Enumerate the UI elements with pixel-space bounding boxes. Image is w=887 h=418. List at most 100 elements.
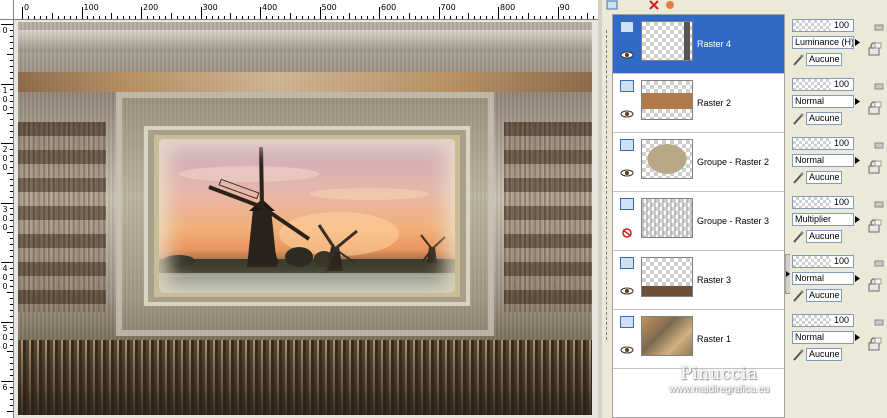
ruler-tick — [51, 13, 53, 19]
ruler-tick — [10, 220, 13, 222]
link-group-select[interactable]: Aucune — [806, 53, 842, 66]
layer-thumbnail — [641, 21, 693, 61]
ruler-label: 500 — [321, 3, 337, 12]
ruler-tick — [343, 16, 345, 19]
lock-transparency-icon[interactable] — [867, 101, 883, 115]
ruler-label: 0 — [2, 163, 8, 172]
lock-transparency-icon[interactable] — [867, 219, 883, 233]
ruler-tick — [10, 35, 13, 37]
image-canvas-area: 0 100 200 300 400 500 600 700 800 90 010020030040… — [0, 0, 598, 418]
opacity-slider[interactable]: 100 — [792, 196, 854, 209]
link-group-select[interactable]: Aucune — [806, 230, 842, 243]
ruler-tick — [521, 16, 523, 19]
ruler-tick — [117, 16, 119, 19]
ruler-tick — [10, 137, 13, 139]
ruler-tick — [408, 13, 410, 19]
link-group-select[interactable]: Aucune — [806, 112, 842, 125]
lock-transparency-icon[interactable] — [867, 42, 883, 56]
ruler-tick — [135, 16, 137, 19]
blend-mode-select[interactable]: Normal — [792, 331, 854, 344]
opacity-checker — [793, 79, 831, 90]
blend-mode-select[interactable]: Luminance (H) — [792, 36, 854, 49]
layer-row[interactable]: Raster 2 — [613, 74, 784, 133]
opacity-slider[interactable]: 100 — [792, 314, 854, 327]
dropdown-arrow-icon[interactable] — [855, 333, 861, 342]
blend-mode-select[interactable]: Multiplier — [792, 213, 854, 226]
delete-layer-icon[interactable] — [648, 0, 660, 10]
link-group-select[interactable]: Aucune — [806, 289, 842, 302]
ruler-tick — [7, 53, 13, 55]
visibility-eye-icon[interactable] — [620, 51, 634, 59]
brush-link-icon — [792, 172, 804, 184]
ruler-tick — [188, 16, 190, 19]
layer-row[interactable]: Raster 4 — [613, 15, 784, 74]
lock-transparency-icon[interactable] — [867, 160, 883, 174]
ruler-tick — [295, 16, 297, 19]
visibility-eye-icon[interactable] — [620, 169, 634, 177]
horizontal-ruler: 0 100 200 300 400 500 600 700 800 90 — [14, 0, 598, 20]
ruler-tick — [10, 196, 13, 198]
ruler-tick — [384, 16, 386, 19]
blend-mode-select[interactable]: Normal — [792, 95, 854, 108]
ruler-tick — [587, 13, 589, 19]
dropdown-arrow-icon[interactable] — [855, 97, 861, 106]
layer-thumbnail — [641, 316, 693, 356]
ruler-tick — [325, 16, 327, 19]
ruler-tick — [170, 13, 172, 19]
raster-layer-icon — [620, 80, 634, 92]
ruler-tick — [10, 339, 13, 341]
ruler-tick — [367, 16, 369, 19]
ruler-tick — [7, 113, 13, 115]
hidden-layer-icon[interactable] — [620, 228, 634, 238]
layer-name: Groupe - Raster 2 — [697, 157, 770, 167]
dropdown-arrow-icon[interactable] — [855, 274, 861, 283]
raster-layer-icon — [620, 316, 634, 328]
blend-mode-select[interactable]: Normal — [792, 272, 854, 285]
visibility-eye-icon[interactable] — [620, 346, 634, 354]
opacity-checker — [793, 20, 831, 31]
layer-thumbnail — [641, 139, 693, 179]
blend-mode-select[interactable]: Normal — [792, 154, 854, 167]
visibility-eye-icon[interactable] — [620, 110, 634, 118]
opacity-slider[interactable]: 100 — [792, 19, 854, 32]
ruler-tick — [396, 16, 398, 19]
layer-name: Groupe - Raster 3 — [697, 216, 770, 226]
new-layer-icon[interactable] — [606, 0, 618, 10]
layer-row[interactable]: Raster 1 — [613, 310, 784, 369]
dropdown-arrow-icon[interactable] — [855, 156, 861, 165]
layer-row[interactable]: Raster 3 — [613, 251, 784, 310]
ruler-tick — [355, 16, 357, 19]
ruler-tick — [581, 16, 583, 19]
visibility-eye-icon[interactable] — [620, 287, 634, 295]
dropdown-arrow-icon[interactable] — [855, 215, 861, 224]
ruler-tick — [539, 16, 541, 19]
link-group-select[interactable]: Aucune — [806, 348, 842, 361]
left-weave-pattern — [18, 122, 106, 312]
opacity-checker — [793, 315, 831, 326]
dropdown-arrow-icon[interactable] — [855, 38, 861, 47]
duplicate-layer-icon[interactable] — [664, 0, 676, 10]
link-group-select[interactable]: Aucune — [806, 171, 842, 184]
brush-link-icon — [792, 54, 804, 66]
opacity-slider[interactable]: 100 — [792, 255, 854, 268]
lock-transparency-icon[interactable] — [867, 278, 883, 292]
ruler-tick — [212, 16, 214, 19]
layer-list[interactable]: Raster 4 Raster 2 Groupe - Raster 2 Groupe … — [612, 14, 785, 418]
composition-preview[interactable] — [18, 22, 592, 415]
layer-row[interactable]: Groupe - Raster 3 — [613, 192, 784, 251]
lock-transparency-icon[interactable] — [867, 337, 883, 351]
layer-thumbnail — [641, 198, 693, 238]
ruler-tick — [402, 16, 404, 19]
layer-thumbnail — [641, 257, 693, 297]
opacity-slider[interactable]: 100 — [792, 78, 854, 91]
ruler-label: 2 — [2, 145, 8, 154]
group-bracket — [606, 30, 610, 340]
windmill-photo — [159, 139, 455, 293]
layer-row[interactable]: Groupe - Raster 2 — [613, 133, 784, 192]
ruler-tick — [1, 262, 13, 263]
ruler-tick — [10, 71, 13, 73]
ruler-tick — [10, 107, 13, 109]
ruler-tick — [575, 16, 577, 19]
opacity-slider[interactable]: 100 — [792, 137, 854, 150]
ruler-tick — [158, 16, 160, 19]
